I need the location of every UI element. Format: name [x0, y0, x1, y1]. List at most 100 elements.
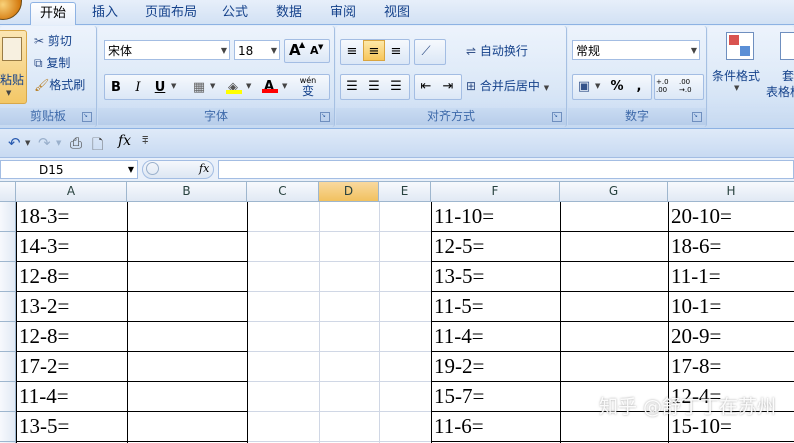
- name-box[interactable]: D15 ▼: [0, 160, 138, 179]
- row-header[interactable]: [0, 262, 15, 292]
- accounting-format-icon[interactable]: ▣: [573, 75, 595, 96]
- phonetic-guide-button[interactable]: wén 变: [294, 76, 322, 97]
- undo-icon[interactable]: ↶: [8, 134, 21, 152]
- cell-a-6[interactable]: 17-2=: [16, 352, 127, 382]
- fill-color-button[interactable]: ◈: [222, 76, 244, 97]
- copy-button[interactable]: ⧉ 复制: [34, 54, 70, 71]
- column-header-e[interactable]: E: [379, 182, 431, 201]
- align-bottom-icon[interactable]: ≡: [385, 40, 407, 61]
- chevron-down-icon[interactable]: ▼: [595, 82, 600, 90]
- column-header-g[interactable]: G: [560, 182, 668, 201]
- increase-decimal-button[interactable]: +.0 .00: [656, 78, 678, 94]
- print-icon[interactable]: ⎙: [70, 134, 82, 152]
- row-header[interactable]: [0, 382, 15, 412]
- cell-a-4[interactable]: 13-2=: [16, 292, 127, 322]
- chevron-down-icon[interactable]: ▼: [282, 82, 287, 90]
- italic-button[interactable]: I: [127, 76, 149, 97]
- dialog-launcher-icon[interactable]: ↘: [82, 112, 92, 122]
- cell-f-6[interactable]: 19-2=: [431, 352, 560, 382]
- dialog-launcher-icon[interactable]: ↘: [692, 112, 702, 122]
- chevron-down-icon[interactable]: ▼: [56, 139, 61, 147]
- number-format-select[interactable]: 常规 ▼: [572, 40, 700, 60]
- redo-icon[interactable]: ↷: [38, 134, 51, 152]
- print-preview-icon[interactable]: 🗋: [92, 134, 103, 158]
- decrease-decimal-button[interactable]: .00 →.0: [679, 78, 701, 94]
- font-size-select[interactable]: 18 ▼: [234, 40, 280, 60]
- paste-button[interactable]: 粘贴 ▼: [0, 30, 27, 104]
- increase-indent-icon[interactable]: ⇥: [437, 75, 459, 96]
- insert-function-button[interactable]: fx: [118, 133, 131, 149]
- cell-a-7[interactable]: 11-4=: [16, 382, 127, 412]
- row-header[interactable]: [0, 202, 15, 232]
- cell-f-2[interactable]: 12-5=: [431, 232, 560, 262]
- format-painter-button[interactable]: 🖌格式刷: [34, 76, 85, 93]
- row-header[interactable]: [0, 412, 15, 442]
- cell-a-5[interactable]: 12-8=: [16, 322, 127, 352]
- formula-input[interactable]: [218, 160, 794, 179]
- select-all-button[interactable]: [0, 182, 16, 201]
- column-header-f[interactable]: F: [431, 182, 560, 201]
- tab-page-layout[interactable]: 页面布局: [140, 2, 202, 24]
- tab-review[interactable]: 审阅: [322, 2, 364, 24]
- chevron-down-icon[interactable]: ▼: [25, 139, 30, 147]
- decrease-indent-icon[interactable]: ⇤: [415, 75, 437, 96]
- tab-formulas[interactable]: 公式: [214, 2, 256, 24]
- cell-h-1[interactable]: 20-10=: [668, 202, 794, 232]
- format-as-table-button[interactable]: 套 表格格: [766, 26, 794, 104]
- conditional-formatting-button[interactable]: 条件格式 ▼: [708, 26, 770, 104]
- cell-f-7[interactable]: 15-7=: [431, 382, 560, 412]
- cell-a-2[interactable]: 14-3=: [16, 232, 127, 262]
- cell-h-3[interactable]: 11-1=: [668, 262, 794, 292]
- row-header[interactable]: [0, 352, 15, 382]
- cell-f-1[interactable]: 11-10=: [431, 202, 560, 232]
- cell-f-8[interactable]: 11-6=: [431, 412, 560, 442]
- cell-h-4[interactable]: 10-1=: [668, 292, 794, 322]
- chevron-down-icon[interactable]: ▼: [171, 82, 176, 90]
- percent-style-button[interactable]: %: [606, 75, 628, 96]
- align-right-icon[interactable]: ☰: [385, 75, 407, 96]
- align-top-icon[interactable]: ≡: [341, 40, 363, 61]
- font-name-select[interactable]: 宋体 ▼: [104, 40, 230, 60]
- row-header[interactable]: [0, 232, 15, 262]
- cell-f-3[interactable]: 13-5=: [431, 262, 560, 292]
- cell-a-1[interactable]: 18-3=: [16, 202, 127, 232]
- chevron-down-icon[interactable]: ▼: [246, 82, 251, 90]
- tab-insert[interactable]: 插入: [84, 2, 126, 24]
- column-header-d[interactable]: D: [319, 182, 379, 201]
- tab-home[interactable]: 开始: [30, 2, 76, 26]
- text-orientation-icon[interactable]: ⟋: [415, 40, 437, 61]
- customize-qat-icon[interactable]: ⩱: [142, 134, 148, 148]
- align-left-icon[interactable]: ☰: [341, 75, 363, 96]
- column-header-a[interactable]: A: [16, 182, 127, 201]
- column-header-b[interactable]: B: [127, 182, 247, 201]
- cancel-entry-icon[interactable]: [146, 162, 159, 175]
- cut-button[interactable]: ✂ 剪切: [34, 32, 72, 49]
- underline-button[interactable]: U: [149, 76, 171, 97]
- bold-button[interactable]: B: [105, 76, 127, 97]
- chevron-down-icon[interactable]: ▼: [210, 82, 215, 90]
- dialog-launcher-icon[interactable]: ↘: [552, 112, 562, 122]
- row-header[interactable]: [0, 292, 15, 322]
- font-color-button[interactable]: A: [258, 75, 280, 96]
- wrap-text-button[interactable]: ⇌ 自动换行: [466, 42, 528, 59]
- cell-h-6[interactable]: 17-8=: [668, 352, 794, 382]
- cell-a-3[interactable]: 12-8=: [16, 262, 127, 292]
- cell-f-5[interactable]: 11-4=: [431, 322, 560, 352]
- column-header-h[interactable]: H: [668, 182, 794, 201]
- column-header-c[interactable]: C: [247, 182, 319, 201]
- align-center-icon[interactable]: ☰: [363, 75, 385, 96]
- borders-icon[interactable]: ▦: [188, 76, 210, 97]
- comma-style-button[interactable]: ,: [628, 75, 650, 96]
- row-header[interactable]: [0, 322, 15, 352]
- cell-f-4[interactable]: 11-5=: [431, 292, 560, 322]
- merge-center-button[interactable]: ⊞ 合并后居中 ▼: [466, 77, 549, 94]
- office-button[interactable]: [0, 0, 22, 20]
- tab-data[interactable]: 数据: [268, 2, 310, 24]
- cell-h-2[interactable]: 18-6=: [668, 232, 794, 262]
- align-middle-icon[interactable]: ≡: [363, 40, 385, 61]
- tab-view[interactable]: 视图: [376, 2, 418, 24]
- dialog-launcher-icon[interactable]: ↘: [320, 112, 330, 122]
- cell-h-5[interactable]: 20-9=: [668, 322, 794, 352]
- fx-button[interactable]: fx: [199, 162, 209, 175]
- cell-a-8[interactable]: 13-5=: [16, 412, 127, 442]
